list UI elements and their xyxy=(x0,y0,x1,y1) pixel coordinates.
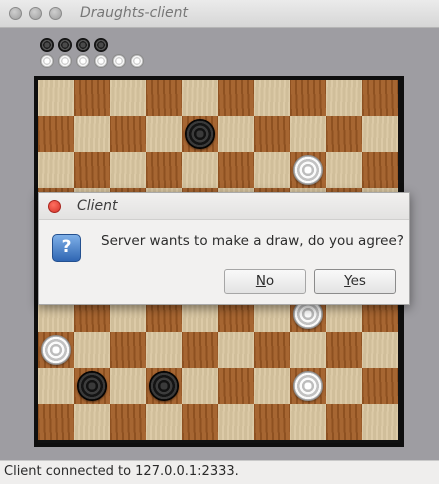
board-square[interactable] xyxy=(182,404,218,440)
white-piece[interactable] xyxy=(293,371,323,401)
window-titlebar: Draughts-client xyxy=(0,0,439,28)
board-square xyxy=(110,80,146,116)
black-piece[interactable] xyxy=(149,371,179,401)
board-square[interactable] xyxy=(254,404,290,440)
white-piece[interactable] xyxy=(293,155,323,185)
board-square xyxy=(290,116,326,152)
board-square[interactable] xyxy=(218,152,254,188)
captured-white-piece xyxy=(130,54,144,68)
board-square[interactable] xyxy=(146,152,182,188)
board-square xyxy=(218,332,254,368)
dialog-title: Client xyxy=(77,198,118,214)
board-square xyxy=(146,404,182,440)
board-square xyxy=(38,152,74,188)
board-square xyxy=(254,152,290,188)
captured-black-piece xyxy=(58,38,72,52)
board-square xyxy=(326,368,362,404)
board-square xyxy=(326,152,362,188)
board-square xyxy=(362,404,398,440)
no-button[interactable]: No xyxy=(224,269,306,294)
window-title: Draughts-client xyxy=(80,5,189,21)
board-square[interactable] xyxy=(110,332,146,368)
board-square xyxy=(218,404,254,440)
board-square[interactable] xyxy=(362,368,398,404)
board-square xyxy=(254,80,290,116)
board-square xyxy=(146,332,182,368)
board-square xyxy=(110,368,146,404)
board-square[interactable] xyxy=(146,80,182,116)
captured-white-piece xyxy=(40,54,54,68)
board-square xyxy=(182,368,218,404)
board-square[interactable] xyxy=(326,404,362,440)
board-square[interactable] xyxy=(74,152,110,188)
draw-offer-dialog: Client ? Server wants to make a draw, do… xyxy=(38,192,410,305)
captured-black-piece xyxy=(40,38,54,52)
board-square xyxy=(38,80,74,116)
board-square xyxy=(146,116,182,152)
maximize-window-button[interactable] xyxy=(49,7,62,20)
captured-black-piece xyxy=(94,38,108,52)
captured-white-piece xyxy=(112,54,126,68)
board-square[interactable] xyxy=(38,404,74,440)
board-square xyxy=(182,80,218,116)
board-square xyxy=(110,152,146,188)
board-square[interactable] xyxy=(362,80,398,116)
captured-white-piece xyxy=(58,54,72,68)
board-square xyxy=(362,116,398,152)
board-square[interactable] xyxy=(110,116,146,152)
board-square[interactable] xyxy=(182,332,218,368)
board-square xyxy=(182,152,218,188)
question-mark-glyph: ? xyxy=(61,237,72,257)
captured-white-piece xyxy=(94,54,108,68)
black-piece[interactable] xyxy=(185,119,215,149)
dialog-titlebar: Client xyxy=(39,193,409,220)
board-square[interactable] xyxy=(326,116,362,152)
board-square[interactable] xyxy=(110,404,146,440)
yes-button-label: es xyxy=(350,273,366,289)
status-text: Client connected to 127.0.0.1:2333. xyxy=(4,464,239,479)
board-square xyxy=(74,116,110,152)
board-square xyxy=(74,404,110,440)
board-square xyxy=(326,80,362,116)
captured-black-piece xyxy=(76,38,90,52)
no-button-mnemonic: N xyxy=(255,273,266,289)
board-square[interactable] xyxy=(218,80,254,116)
board-square xyxy=(362,332,398,368)
board-square xyxy=(290,332,326,368)
white-piece[interactable] xyxy=(41,335,71,365)
board-square[interactable] xyxy=(290,80,326,116)
no-button-label: o xyxy=(265,273,275,289)
board-square[interactable] xyxy=(254,332,290,368)
minimize-window-button[interactable] xyxy=(29,7,42,20)
dialog-close-button[interactable] xyxy=(48,200,61,213)
board-square xyxy=(254,368,290,404)
dialog-message: Server wants to make a draw, do you agre… xyxy=(101,233,404,249)
question-icon: ? xyxy=(52,234,81,262)
status-bar: Client connected to 127.0.0.1:2333. xyxy=(0,460,439,484)
board-square[interactable] xyxy=(254,116,290,152)
captured-white-piece xyxy=(76,54,90,68)
board-square[interactable] xyxy=(38,116,74,152)
board-square xyxy=(290,404,326,440)
board-square[interactable] xyxy=(74,80,110,116)
yes-button[interactable]: Yes xyxy=(314,269,396,294)
board-square xyxy=(218,116,254,152)
board-square[interactable] xyxy=(362,152,398,188)
board-square xyxy=(38,368,74,404)
close-window-button[interactable] xyxy=(9,7,22,20)
board-square[interactable] xyxy=(326,332,362,368)
black-piece[interactable] xyxy=(77,371,107,401)
board-square xyxy=(74,332,110,368)
board-square[interactable] xyxy=(218,368,254,404)
